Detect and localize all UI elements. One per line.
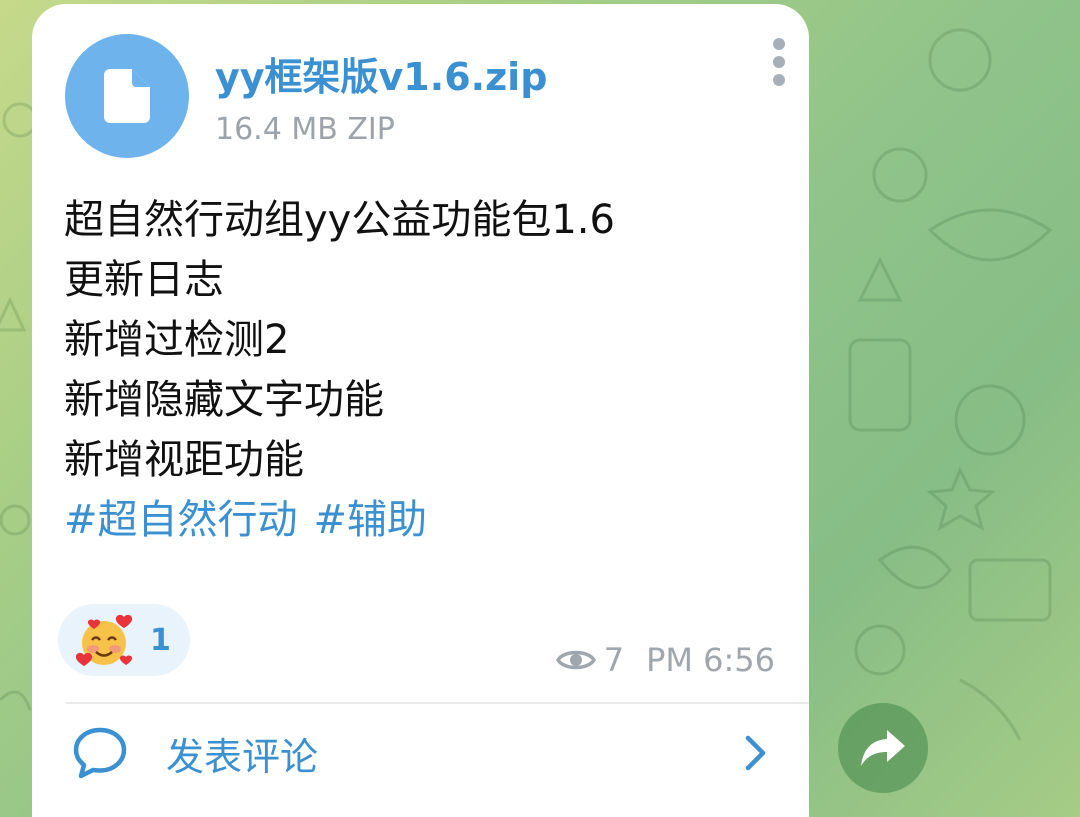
chat-background: yy框架版v1.6.zip 16.4 MB ZIP 超自然行动组yy公益功能包1… [0, 0, 1080, 817]
smiling-face-with-hearts-icon [75, 611, 134, 669]
caption-line: 新增隐藏文字功能 [64, 377, 384, 423]
message-caption: 超自然行动组yy公益功能包1.6 更新日志 新增过检测2 新增隐藏文字功能 新增… [64, 190, 784, 550]
comments-button[interactable]: 发表评论 [32, 704, 809, 804]
hashtag-link[interactable]: #超自然行动 [64, 497, 298, 543]
message-menu-button[interactable] [770, 38, 788, 90]
message-meta: 7 PM 6:56 [555, 641, 775, 679]
dot-icon [773, 74, 785, 86]
message-time: PM 6:56 [646, 641, 775, 679]
file-download-button[interactable] [65, 34, 189, 158]
file-name[interactable]: yy框架版v1.6.zip [215, 46, 547, 101]
caption-line: 超自然行动组yy公益功能包1.6 [64, 197, 615, 243]
dot-icon [773, 56, 785, 68]
chevron-right-icon [745, 735, 766, 771]
reaction-count: 1 [150, 622, 171, 658]
dot-icon [773, 38, 785, 50]
comments-label: 发表评论 [166, 735, 319, 779]
comment-bubble-icon [73, 727, 127, 779]
caption-line: 更新日志 [64, 257, 224, 303]
file-size-type: 16.4 MB ZIP [215, 112, 395, 147]
caption-line: 新增过检测2 [64, 317, 290, 363]
file-icon [104, 69, 150, 123]
forward-button[interactable] [838, 703, 928, 793]
hashtag-row: #超自然行动 #辅助 [64, 490, 784, 550]
eye-icon [555, 650, 596, 670]
reaction-button[interactable]: 1 [58, 604, 190, 676]
view-count: 7 [603, 641, 625, 679]
message-bubble: yy框架版v1.6.zip 16.4 MB ZIP 超自然行动组yy公益功能包1… [32, 4, 809, 817]
hashtag-link[interactable]: #辅助 [314, 497, 428, 543]
caption-line: 新增视距功能 [64, 437, 304, 483]
forward-arrow-icon [861, 730, 905, 766]
